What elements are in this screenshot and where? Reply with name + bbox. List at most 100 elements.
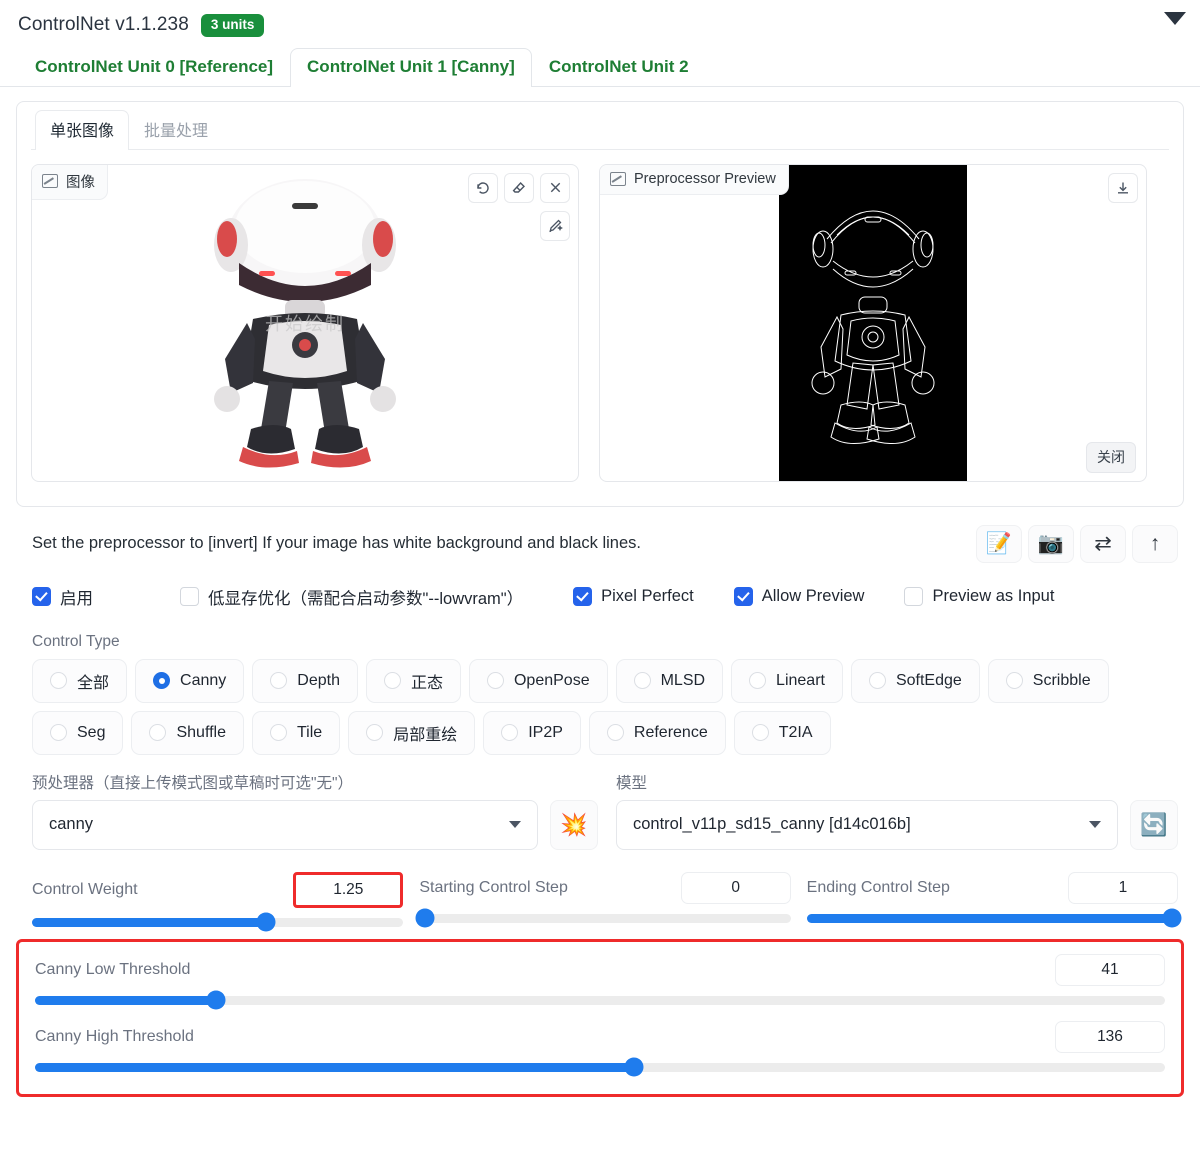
control-weight-fill: [32, 917, 266, 927]
canny-low-value[interactable]: 41: [1055, 953, 1165, 986]
refresh-icon[interactable]: 🔄: [1130, 799, 1178, 850]
checkbox-pixel-perfect[interactable]: Pixel Perfect: [573, 587, 694, 606]
radio-seg[interactable]: Seg: [32, 710, 124, 755]
checkbox-enable[interactable]: 启用: [32, 585, 93, 609]
radio-all[interactable]: 全部: [32, 658, 128, 703]
starting-step-value[interactable]: 0: [680, 871, 791, 904]
checkbox-allow-preview[interactable]: Allow Preview: [733, 587, 865, 606]
radio-inpaint-label: 局部重绘: [393, 726, 458, 744]
radio-lineart[interactable]: Lineart: [731, 658, 843, 703]
ending-step-knob[interactable]: [1162, 908, 1182, 928]
radio-t2ia-dot[interactable]: [751, 724, 769, 741]
radio-softedge-dot[interactable]: [868, 672, 886, 689]
checkbox-enable-box[interactable]: [32, 587, 51, 606]
radio-scribble-dot[interactable]: [1005, 672, 1023, 689]
radio-openpose-dot[interactable]: [486, 672, 504, 689]
upload-arrow-icon[interactable]: ↑: [1132, 524, 1178, 563]
radio-inpaint-dot[interactable]: [366, 724, 384, 741]
checkbox-preview-as-input-box[interactable]: [904, 587, 924, 606]
radio-reference-dot[interactable]: [606, 724, 624, 741]
control-weight-track[interactable]: [32, 912, 404, 932]
canny-low-knob[interactable]: [206, 990, 226, 1010]
checkbox-preview-as-input[interactable]: Preview as Input: [904, 587, 1054, 606]
swap-arrows-icon[interactable]: ⇄: [1080, 524, 1126, 563]
radio-depth[interactable]: Depth: [252, 658, 358, 703]
chevron-down-icon: [509, 821, 521, 828]
preview-canvas: [779, 164, 967, 481]
triangle-down-icon[interactable]: [1164, 12, 1186, 25]
radio-scribble-label: Scribble: [1032, 671, 1091, 689]
checkbox-pixel-perfect-box[interactable]: [573, 587, 593, 606]
canny-high-track[interactable]: [35, 1057, 1165, 1077]
radio-shuffle[interactable]: Shuffle: [131, 710, 244, 755]
radio-normal-dot[interactable]: [383, 672, 401, 689]
close-icon[interactable]: [540, 172, 570, 203]
options-row: 启用 低显存优化（需配合启动参数"--lowvram"） Pixel Perfe…: [32, 585, 1200, 609]
radio-softedge[interactable]: SoftEdge: [850, 658, 980, 703]
download-icon[interactable]: [1108, 172, 1138, 203]
starting-step-slider: Starting Control Step 0: [415, 871, 791, 928]
radio-scribble[interactable]: Scribble: [987, 658, 1109, 703]
undo-icon[interactable]: [468, 172, 498, 203]
checkbox-lowvram-label: 低显存优化（需配合启动参数"--lowvram"）: [208, 589, 524, 608]
preprocessor-hint-text: Set the preprocessor to [invert] If your…: [32, 534, 641, 552]
radio-mlsd-label: MLSD: [660, 671, 706, 689]
preview-close-button[interactable]: 关闭: [1086, 441, 1136, 473]
pen-sparkle-icon[interactable]: [540, 210, 570, 241]
radio-mlsd[interactable]: MLSD: [615, 658, 724, 703]
radio-ip2p[interactable]: IP2P: [483, 710, 581, 755]
tab-single-image[interactable]: 单张图像: [35, 109, 130, 150]
starting-step-track[interactable]: [415, 908, 791, 928]
checkbox-lowvram[interactable]: 低显存优化（需配合启动参数"--lowvram"）: [180, 585, 523, 609]
radio-openpose[interactable]: OpenPose: [468, 658, 608, 703]
radio-openpose-label: OpenPose: [513, 671, 590, 689]
radio-t2ia[interactable]: T2IA: [733, 710, 831, 755]
tab-controlnet-unit-1[interactable]: ControlNet Unit 1 [Canny]: [290, 47, 532, 87]
radio-inpaint[interactable]: 局部重绘: [348, 710, 476, 755]
radio-reference[interactable]: Reference: [588, 710, 726, 755]
camera-icon[interactable]: 📷: [1028, 524, 1074, 563]
control-weight-knob[interactable]: [256, 912, 276, 932]
radio-depth-dot[interactable]: [270, 672, 288, 689]
model-selection-row: 预处理器（直接上传模式图或草稿时可选"无"） canny 💥 模型 contro…: [32, 771, 1178, 850]
controlnet-panel: ControlNet v1.1.238 3 units ControlNet U…: [0, 0, 1200, 1161]
control-weight-label: Control Weight: [32, 880, 138, 898]
radio-tile-dot[interactable]: [270, 724, 287, 741]
canny-high-value[interactable]: 136: [1055, 1020, 1165, 1053]
checkbox-pixel-perfect-label: Pixel Perfect: [601, 587, 694, 605]
tab-batch-process[interactable]: 批量处理: [129, 110, 223, 150]
preprocessor-select[interactable]: canny: [32, 799, 538, 850]
edit-note-icon[interactable]: 📝: [976, 524, 1022, 563]
eraser-icon[interactable]: [504, 172, 534, 203]
control-type-row-2: Seg Shuffle Tile 局部重绘 IP2P Reference T2I…: [32, 710, 1184, 755]
checkbox-lowvram-box[interactable]: [180, 587, 199, 606]
input-image-box[interactable]: 图像 开始绘制: [31, 163, 579, 482]
explosion-icon[interactable]: 💥: [550, 799, 598, 850]
radio-seg-dot[interactable]: [50, 724, 67, 741]
checkbox-allow-preview-label: Allow Preview: [761, 587, 865, 605]
canny-low-track[interactable]: [35, 990, 1165, 1010]
model-select[interactable]: control_v11p_sd15_canny [d14c016b]: [616, 799, 1118, 850]
control-weight-value[interactable]: 1.25: [293, 871, 404, 908]
radio-tile[interactable]: Tile: [252, 710, 341, 755]
radio-ip2p-dot[interactable]: [501, 724, 519, 741]
radio-normal[interactable]: 正态: [365, 658, 461, 703]
radio-canny[interactable]: Canny: [135, 658, 245, 703]
canny-high-knob[interactable]: [624, 1057, 644, 1077]
tab-controlnet-unit-2[interactable]: ControlNet Unit 2: [532, 48, 706, 87]
radio-all-dot[interactable]: [50, 672, 67, 689]
radio-depth-label: Depth: [297, 671, 340, 689]
starting-step-knob[interactable]: [415, 908, 435, 928]
ending-step-track[interactable]: [806, 908, 1182, 928]
radio-mlsd-dot[interactable]: [633, 672, 651, 689]
units-badge: 3 units: [200, 14, 265, 37]
ending-step-value[interactable]: 1: [1067, 871, 1178, 904]
radio-shuffle-label: Shuffle: [176, 723, 226, 741]
tab-controlnet-unit-0[interactable]: ControlNet Unit 0 [Reference]: [18, 48, 290, 87]
preprocessor-preview-box[interactable]: Preprocessor Preview 关闭: [599, 163, 1147, 482]
radio-lineart-dot[interactable]: [749, 672, 767, 689]
radio-canny-dot[interactable]: [153, 672, 171, 689]
radio-shuffle-dot[interactable]: [149, 724, 167, 741]
checkbox-allow-preview-box[interactable]: [733, 587, 753, 606]
weight-step-slider-row: Control Weight 1.25 Starting Control Ste…: [32, 871, 1182, 932]
